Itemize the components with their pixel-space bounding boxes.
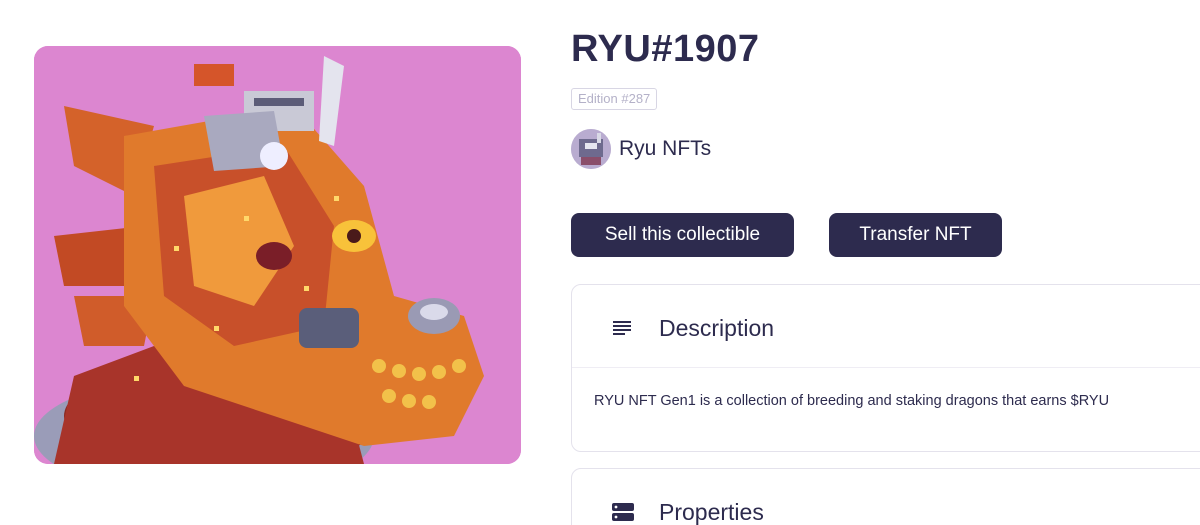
collection-avatar [571,129,611,169]
nft-image [34,46,521,464]
transfer-nft-button[interactable]: Transfer NFT [829,213,1002,257]
nft-title: RYU#1907 [571,28,760,70]
collection-link[interactable]: Ryu NFTs [571,129,711,169]
avatar-dragon-icon [571,129,611,169]
description-card: Description RYU NFT Gen1 is a collection… [571,284,1200,452]
sell-collectible-button[interactable]: Sell this collectible [571,213,794,257]
properties-header[interactable]: Properties [612,495,764,525]
server-icon [612,501,634,523]
description-text: RYU NFT Gen1 is a collection of breeding… [594,393,1110,409]
properties-title: Properties [659,498,764,525]
properties-card: Properties [571,468,1200,525]
description-header[interactable]: Description [612,311,774,345]
divider [572,367,1200,368]
collection-name: Ryu NFTs [619,137,712,160]
nft-details: RYU#1907 Edition #287 Ryu NFTs Sell this… [571,0,1200,525]
lines-icon [612,317,634,339]
description-title: Description [659,314,775,341]
dragon-artwork [34,46,521,464]
edition-badge: Edition #287 [571,88,658,110]
